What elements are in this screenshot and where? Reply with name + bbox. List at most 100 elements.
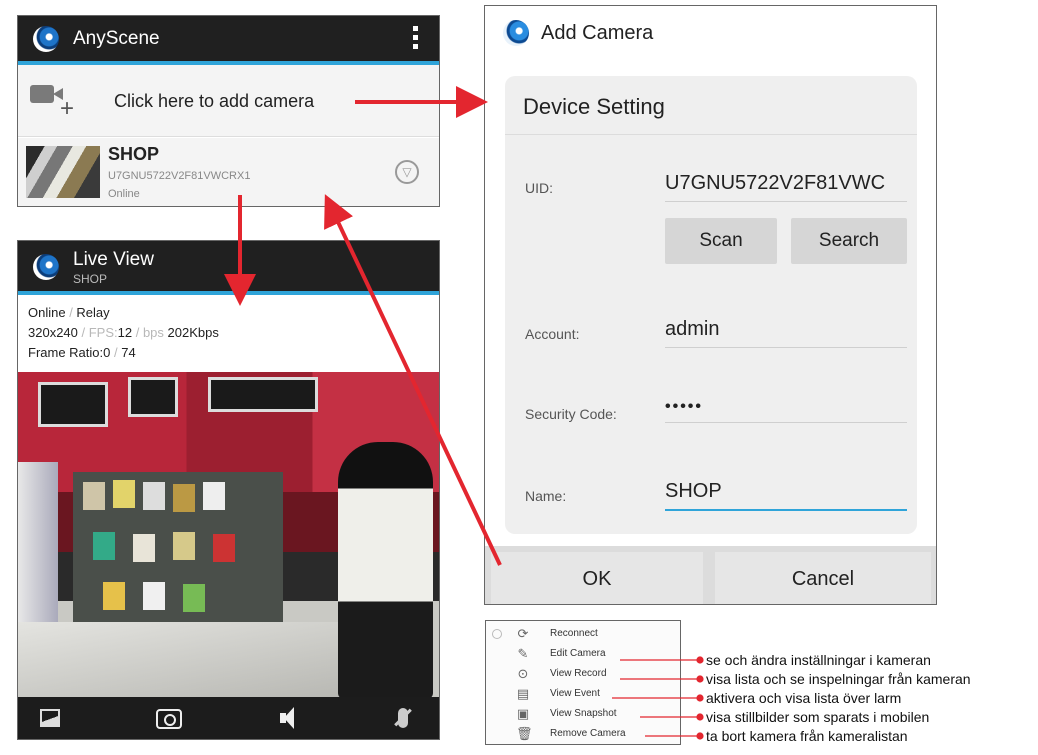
- video-book: [143, 582, 165, 610]
- video-picture-frame: [208, 377, 318, 412]
- reconnect-icon: ⟳: [517, 626, 529, 641]
- anyscene-logo-icon: [33, 26, 59, 52]
- video-book: [93, 532, 115, 560]
- cancel-button[interactable]: Cancel: [715, 552, 931, 604]
- video-book: [83, 482, 105, 510]
- menu-item-reconnect[interactable]: ⟳ Reconnect: [508, 625, 678, 645]
- menu-item-remove-camera[interactable]: 🗑 Remove Camera: [508, 725, 678, 744]
- add-camera-dialog: Add Camera Device Setting UID: U7GNU5722…: [484, 5, 937, 605]
- account-label: Account:: [525, 326, 580, 342]
- video-book: [173, 484, 195, 512]
- add-camera-icon: +: [30, 85, 80, 121]
- video-book: [203, 482, 225, 510]
- video-person: [338, 442, 433, 699]
- pencil-icon: ✎: [517, 646, 529, 661]
- menu-item-label: View Event: [550, 688, 600, 699]
- stream-stats: Online / Relay 320x240 / FPS:12 / bps 20…: [18, 295, 439, 370]
- fps-value: 12: [117, 325, 133, 340]
- speaker-icon[interactable]: [280, 707, 296, 729]
- annotation-view-snapshot: visa stillbilder som sparats i mobilen: [706, 709, 930, 725]
- dialog-button-bar: OK Cancel: [485, 546, 936, 604]
- dialog-title: Add Camera: [541, 22, 654, 44]
- ok-button[interactable]: OK: [491, 552, 703, 604]
- divider: [505, 134, 917, 135]
- gallery-icon[interactable]: [40, 709, 60, 727]
- security-code-label: Security Code:: [525, 406, 617, 422]
- annotation-view-record: visa lista och se inspelningar från kame…: [706, 671, 971, 687]
- live-view-header: Live View SHOP: [18, 241, 439, 291]
- stats-line-stream: 320x240 / FPS:12 / bps 202Kbps: [28, 325, 219, 340]
- connection-mode: Relay: [76, 305, 110, 320]
- video-table: [18, 622, 348, 699]
- live-view-toolbar: [18, 697, 439, 739]
- live-view-camera-name: SHOP: [73, 272, 108, 286]
- device-setting-card: Device Setting UID: U7GNU5722V2F81VWC Sc…: [505, 76, 917, 534]
- bps-label: bps: [142, 325, 164, 340]
- security-code-input[interactable]: •••••: [665, 398, 907, 423]
- video-bookshelf: [73, 472, 283, 622]
- fps-label: FPS:: [88, 325, 118, 340]
- video-book: [213, 534, 235, 562]
- video-picture-frame: [38, 382, 108, 427]
- menu-item-label: Reconnect: [550, 628, 598, 639]
- camera-thumbnail: [26, 146, 100, 198]
- microphone-muted-icon[interactable]: [398, 708, 408, 728]
- camera-uid: U7GNU5722V2F81VWCRX1: [108, 170, 251, 182]
- name-label: Name:: [525, 488, 567, 504]
- menu-item-edit-camera[interactable]: ✎ Edit Camera: [508, 645, 678, 665]
- menu-item-label: Remove Camera: [550, 728, 626, 739]
- account-input[interactable]: admin: [665, 318, 907, 348]
- name-input[interactable]: SHOP: [665, 480, 907, 511]
- play-circle-icon: ⊙: [517, 666, 529, 681]
- frame-ratio-total: 74: [121, 345, 136, 360]
- live-video-feed[interactable]: [18, 372, 439, 699]
- add-camera-label: Click here to add camera: [114, 91, 315, 111]
- video-book: [113, 480, 135, 508]
- menu-item-view-snapshot[interactable]: ▣ View Snapshot: [508, 705, 678, 725]
- stats-line-connection: Online / Relay: [28, 305, 110, 320]
- annotation-remove-camera: ta bort kamera från kameralistan: [706, 728, 908, 744]
- frame-ratio-label: Frame Ratio:: [28, 345, 104, 360]
- menu-grip-icon: [492, 629, 502, 639]
- menu-item-label: Edit Camera: [550, 648, 606, 659]
- camera-options-chevron-icon[interactable]: ▽: [395, 160, 419, 184]
- uid-input[interactable]: U7GNU5722V2F81VWC: [665, 172, 907, 202]
- anyscene-logo-icon: [33, 254, 59, 280]
- overflow-menu-icon[interactable]: [413, 26, 419, 50]
- video-book: [173, 532, 195, 560]
- snapshot-camera-icon[interactable]: [156, 709, 182, 729]
- dialog-header: Add Camera: [485, 6, 936, 61]
- anyscene-camera-list-screen: AnyScene + Click here to add camera SHOP…: [17, 15, 440, 207]
- menu-item-label: View Snapshot: [550, 708, 617, 719]
- bps-value: 202Kbps: [167, 325, 219, 340]
- video-book: [133, 534, 155, 562]
- event-list-icon: ▤: [516, 686, 530, 701]
- app-header: AnyScene: [18, 16, 439, 61]
- app-title: AnyScene: [73, 28, 160, 49]
- camera-name: SHOP: [108, 144, 160, 164]
- video-picture-frame: [128, 377, 178, 417]
- device-setting-heading: Device Setting: [523, 94, 665, 119]
- menu-item-view-event[interactable]: ▤ View Event: [508, 685, 678, 705]
- video-book: [143, 482, 165, 510]
- camera-context-menu: ⟳ Reconnect ✎ Edit Camera ⊙ View Record …: [485, 620, 681, 745]
- annotation-view-event: aktivera och visa lista över larm: [706, 690, 902, 706]
- connection-status: Online: [28, 305, 66, 320]
- stats-line-frame-ratio: Frame Ratio:0 / 74: [28, 345, 136, 360]
- video-book: [103, 582, 125, 610]
- anyscene-logo-icon: [503, 20, 529, 46]
- stream-resolution: 320x240: [28, 325, 78, 340]
- menu-item-label: View Record: [550, 668, 607, 679]
- add-camera-row[interactable]: + Click here to add camera: [18, 65, 439, 137]
- uid-label: UID:: [525, 180, 553, 196]
- search-button[interactable]: Search: [791, 218, 907, 264]
- menu-item-view-record[interactable]: ⊙ View Record: [508, 665, 678, 685]
- video-book: [183, 584, 205, 612]
- camera-status: Online: [108, 188, 140, 200]
- camera-list-item[interactable]: SHOP U7GNU5722V2F81VWCRX1 Online ▽: [18, 138, 439, 206]
- annotation-edit-camera: se och ändra inställningar i kameran: [706, 652, 931, 668]
- trash-icon: 🗑: [516, 726, 533, 741]
- scan-button[interactable]: Scan: [665, 218, 777, 264]
- live-view-title: Live View: [73, 249, 154, 270]
- live-view-screen: Live View SHOP Online / Relay 320x240 / …: [17, 240, 440, 740]
